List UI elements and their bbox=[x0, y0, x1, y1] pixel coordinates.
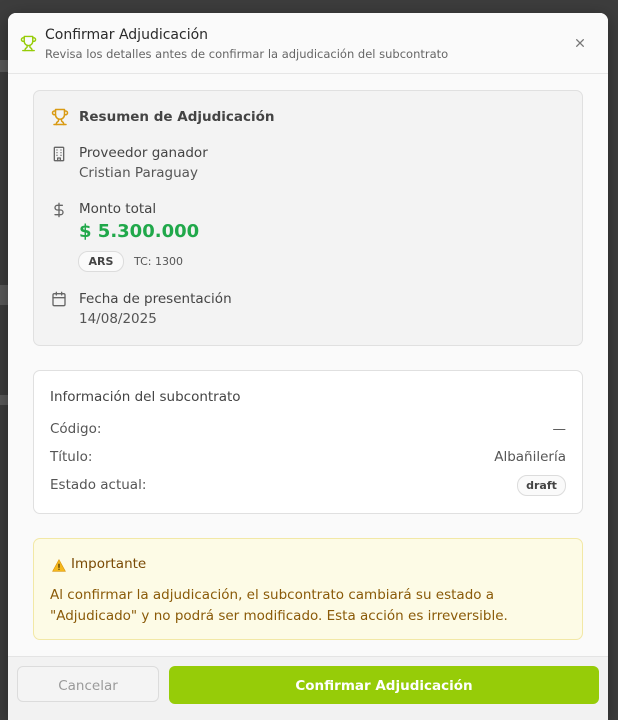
status-label: Estado actual: bbox=[50, 477, 147, 493]
cancel-button[interactable]: Cancelar bbox=[17, 666, 159, 702]
warning-alert: Importante Al confirmar la adjudicación,… bbox=[33, 538, 583, 640]
title-value: Albañilería bbox=[494, 449, 566, 465]
award-summary-card: Resumen de Adjudicación Proveedor ganado… bbox=[33, 90, 583, 346]
amount-value: $ 5.300.000 bbox=[79, 221, 200, 242]
currency-badge: ARS bbox=[78, 251, 124, 272]
building-icon bbox=[53, 146, 65, 162]
status-badge: draft bbox=[517, 475, 566, 496]
subcontract-info-card: Información del subcontrato Código: — Tí… bbox=[33, 370, 583, 514]
exchange-rate: TC: 1300 bbox=[134, 255, 183, 268]
trophy-icon bbox=[51, 108, 69, 126]
provider-value: Cristian Paraguay bbox=[79, 165, 198, 181]
subcontract-info-title: Información del subcontrato bbox=[50, 389, 241, 405]
dialog-body: Resumen de Adjudicación Proveedor ganado… bbox=[8, 74, 608, 656]
warning-title: Importante bbox=[71, 556, 147, 572]
confirm-award-button[interactable]: Confirmar Adjudicación bbox=[169, 666, 599, 704]
code-label: Código: bbox=[50, 421, 102, 437]
warning-text: Al confirmar la adjudicación, el subcont… bbox=[50, 587, 508, 624]
close-icon[interactable] bbox=[572, 35, 588, 51]
calendar-icon bbox=[52, 291, 66, 307]
summary-title: Resumen de Adjudicación bbox=[79, 109, 275, 125]
amount-label: Monto total bbox=[79, 201, 157, 217]
award-confirmation-dialog: Confirmar Adjudicación Revisa los detall… bbox=[8, 13, 608, 720]
trophy-icon bbox=[20, 35, 37, 52]
dialog-subtitle: Revisa los detalles antes de confirmar l… bbox=[45, 47, 449, 61]
code-value: — bbox=[552, 421, 567, 437]
backdrop-fragment bbox=[0, 285, 8, 305]
provider-label: Proveedor ganador bbox=[79, 145, 208, 161]
dialog-header: Confirmar Adjudicación Revisa los detall… bbox=[8, 13, 608, 74]
backdrop-fragment bbox=[0, 60, 8, 72]
title-label: Título: bbox=[50, 449, 93, 465]
date-label: Fecha de presentación bbox=[79, 291, 232, 307]
date-value: 14/08/2025 bbox=[79, 311, 157, 327]
dollar-icon bbox=[54, 202, 64, 218]
dialog-title: Confirmar Adjudicación bbox=[45, 27, 209, 43]
warning-icon bbox=[52, 559, 66, 572]
backdrop-fragment bbox=[0, 395, 8, 405]
dialog-footer: Cancelar Confirmar Adjudicación bbox=[8, 656, 608, 720]
